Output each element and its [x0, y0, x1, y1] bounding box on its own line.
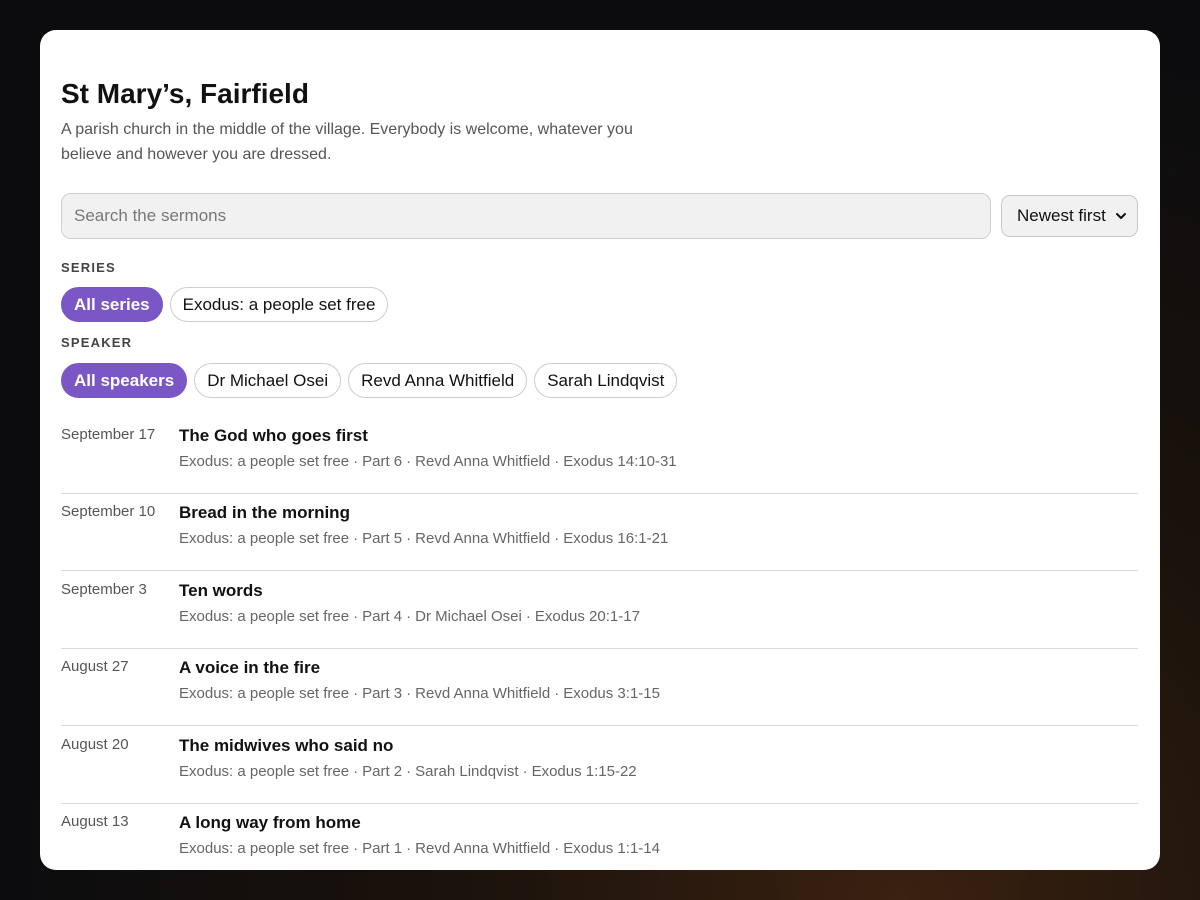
- meta-separator: ·: [525, 607, 531, 625]
- sermon-part: Part 4: [362, 607, 403, 625]
- sermon-series: Exodus: a people set free: [179, 762, 350, 780]
- series-chip[interactable]: All series: [61, 287, 163, 322]
- sermon-speaker: Revd Anna Whitfield: [415, 839, 551, 857]
- sermon-series: Exodus: a people set free: [179, 453, 350, 470]
- sermon-item[interactable]: September 3 Ten words Exodus: a people set…: [61, 573, 1138, 649]
- sermon-passage: Exodus 14:10-31: [563, 453, 677, 470]
- page-title: St Mary’s, Fairfield: [61, 78, 309, 109]
- sermon-speaker: Sarah Lindqvist: [415, 762, 519, 780]
- sermon-date: August 20: [61, 735, 129, 753]
- speaker-filter: All speakers Dr Michael Osei Revd Anna Whi…: [61, 363, 678, 398]
- sermon-meta: Exodus: a people set free · Part 5 · Revd An…: [179, 530, 668, 547]
- sermon-title-link[interactable]: Ten words: [179, 581, 263, 601]
- sermon-part: Part 3: [362, 685, 403, 703]
- meta-separator: ·: [406, 453, 412, 470]
- sermon-speaker: Dr Michael Osei: [415, 607, 522, 625]
- sermon-item[interactable]: September 17 The God who goes first Exodus…: [61, 418, 1138, 494]
- sermon-item[interactable]: August 13 A long way from home Exodus: a p…: [61, 805, 1138, 870]
- sermon-passage: Exodus 3:1-15: [563, 685, 660, 703]
- sermon-list: September 17 The God who goes first Exodus…: [61, 418, 1138, 870]
- sermon-item[interactable]: August 20 The midwives who said no Exodus:…: [61, 728, 1138, 804]
- meta-separator: ·: [353, 762, 359, 780]
- sermon-card: St Mary’s, Fairfield A parish church in …: [40, 30, 1160, 870]
- sermon-passage: Exodus 16:1-21: [563, 530, 669, 548]
- chevron-down-icon: [1116, 213, 1126, 219]
- sermon-date: August 13: [61, 812, 129, 830]
- sermon-meta: Exodus: a people set free · Part 1 · Revd An…: [179, 840, 660, 857]
- meta-separator: ·: [353, 607, 359, 625]
- sermon-title-link[interactable]: A voice in the fire: [179, 658, 320, 678]
- sermon-speaker: Revd Anna Whitfield: [415, 530, 551, 548]
- sermon-passage: Exodus 1:15-22: [531, 762, 637, 780]
- sermon-passage: Exodus 20:1-17: [534, 607, 640, 625]
- sermon-speaker: Revd Anna Whitfield: [415, 453, 551, 470]
- meta-separator: ·: [554, 685, 560, 703]
- meta-separator: ·: [353, 839, 359, 857]
- meta-separator: ·: [353, 530, 359, 548]
- meta-separator: ·: [554, 530, 560, 548]
- meta-separator: ·: [353, 453, 359, 470]
- sermon-title-link[interactable]: The God who goes first: [179, 426, 368, 446]
- sermon-speaker: Revd Anna Whitfield: [415, 685, 551, 703]
- speaker-chip[interactable]: Sarah Lindqvist: [534, 363, 678, 398]
- sermon-title-link[interactable]: The midwives who said no: [179, 736, 393, 756]
- sermon-title-link[interactable]: A long way from home: [179, 813, 361, 833]
- sermon-date: September 17: [61, 426, 156, 443]
- sermon-meta: Exodus: a people set free · Part 3 · Revd An…: [179, 685, 660, 702]
- speaker-chip[interactable]: Revd Anna Whitfield: [348, 363, 528, 398]
- sermon-part: Part 5: [362, 530, 403, 548]
- sermon-series: Exodus: a people set free: [179, 839, 350, 857]
- series-chip[interactable]: Exodus: a people set free: [169, 287, 389, 322]
- meta-separator: ·: [406, 607, 412, 625]
- meta-separator: ·: [406, 762, 412, 780]
- meta-separator: ·: [406, 685, 412, 703]
- sermon-item[interactable]: September 10 Bread in the morning Exodus: …: [61, 495, 1138, 572]
- sermon-date: September 3: [61, 580, 147, 598]
- speaker-label: SPEAKER: [61, 335, 133, 350]
- sermon-date: September 10: [61, 503, 156, 521]
- sermon-meta: Exodus: a people set free · Part 6 · Revd An…: [179, 453, 677, 470]
- page-description: A parish church in the middle of the vil…: [61, 121, 633, 163]
- meta-separator: ·: [554, 453, 560, 470]
- search-input[interactable]: [61, 193, 991, 239]
- meta-separator: ·: [522, 762, 528, 780]
- sermon-title-link[interactable]: Bread in the morning: [179, 503, 350, 523]
- sermon-part: Part 2: [362, 762, 403, 780]
- sermon-passage: Exodus 1:1-14: [563, 839, 660, 857]
- speaker-chip[interactable]: Dr Michael Osei: [194, 363, 342, 398]
- sermon-series: Exodus: a people set free: [179, 607, 350, 625]
- sermon-meta: Exodus: a people set free · Part 2 · Sarah L…: [179, 763, 637, 780]
- sermon-series: Exodus: a people set free: [179, 685, 350, 703]
- series-label: SERIES: [61, 260, 116, 275]
- series-filter: All series Exodus: a people set free: [61, 287, 389, 322]
- meta-separator: ·: [406, 839, 412, 857]
- sort-select[interactable]: Newest first: [1001, 195, 1138, 237]
- meta-separator: ·: [406, 530, 412, 548]
- sermon-item[interactable]: August 27 A voice in the fire Exodus: a pe…: [61, 650, 1138, 727]
- meta-separator: ·: [554, 839, 560, 857]
- sermon-meta: Exodus: a people set free · Part 4 · Dr Mich…: [179, 608, 640, 625]
- sort-select-value: Newest first: [1017, 206, 1106, 225]
- sermon-part: Part 1: [362, 839, 403, 857]
- sermon-series: Exodus: a people set free: [179, 530, 350, 548]
- speaker-chip[interactable]: All speakers: [61, 363, 188, 398]
- meta-separator: ·: [353, 685, 359, 703]
- sermon-date: August 27: [61, 658, 129, 676]
- sermon-part: Part 6: [362, 453, 403, 470]
